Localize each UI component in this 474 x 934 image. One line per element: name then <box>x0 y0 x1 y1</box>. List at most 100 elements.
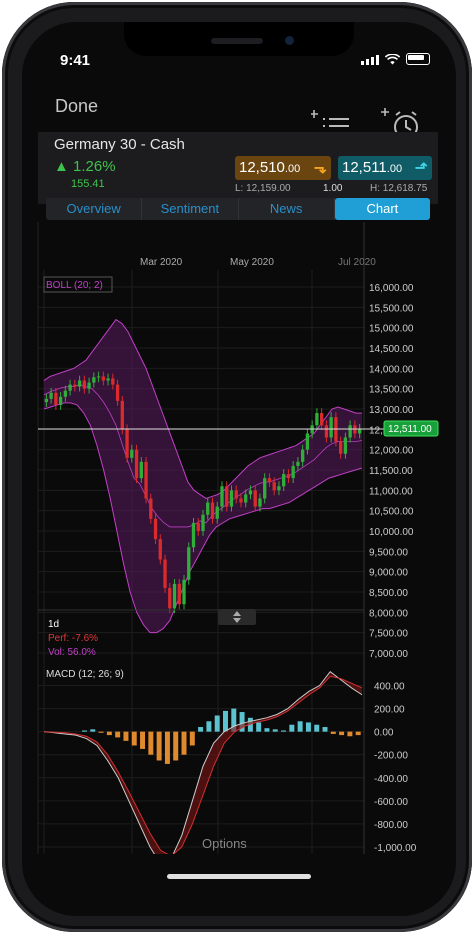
macd-histogram-bar <box>198 727 204 732</box>
candle-body <box>272 482 276 491</box>
candle-body <box>68 384 72 391</box>
candle-body <box>319 413 324 426</box>
candle-body <box>49 392 53 399</box>
macd-histogram-bar <box>181 731 187 755</box>
wifi-icon <box>385 54 400 65</box>
price-tick-label: 7,000.00 <box>369 649 408 660</box>
price-tick-label: 10,500.00 <box>369 507 414 518</box>
macd-histogram-bar <box>347 731 353 737</box>
candle-body <box>206 502 210 515</box>
candle-body <box>305 433 310 450</box>
home-indicator[interactable] <box>167 874 311 879</box>
candle-body <box>210 502 215 519</box>
price-tick-label: 11,000.00 <box>369 486 413 497</box>
macd-histogram-bar <box>140 731 146 749</box>
price-tick-label: 8,500.00 <box>369 588 408 599</box>
macd-tick-label: -800.00 <box>374 820 408 831</box>
macd-tick-label: -400.00 <box>374 774 408 785</box>
macd-histogram-bar <box>164 731 170 764</box>
candle-body <box>229 490 234 507</box>
macd-histogram-bar <box>305 722 311 732</box>
time-label-may: May 2020 <box>230 257 274 268</box>
candle-body <box>220 486 224 507</box>
buy-price-decimals: .00 <box>386 163 403 175</box>
macd-histogram-bar <box>256 722 262 732</box>
tab-news[interactable]: News <box>239 198 335 220</box>
done-button[interactable]: Done <box>55 96 98 117</box>
macd-histogram-bar <box>339 731 345 736</box>
tab-overview[interactable]: Overview <box>46 198 143 220</box>
candle-body <box>291 465 295 479</box>
candle-body <box>348 425 352 438</box>
sell-price-decimals: .00 <box>284 163 301 175</box>
candle-body <box>296 461 300 466</box>
candle-body <box>163 559 167 588</box>
candle-body <box>77 380 82 387</box>
candle-body <box>54 392 58 405</box>
price-tick-label: 12,000.00 <box>369 446 414 457</box>
candle-body <box>267 478 272 483</box>
options-button[interactable]: Options <box>202 836 247 851</box>
candle-body <box>343 437 348 454</box>
candle-body <box>253 490 257 507</box>
macd-histogram-bar <box>264 728 270 732</box>
interval-label: 1d <box>48 619 59 630</box>
macd-histogram-bar <box>281 730 287 732</box>
candle-body <box>44 398 49 403</box>
candle-body <box>73 384 77 387</box>
price-chart[interactable]: 16,000.00 15,500.00 15,000.00 14,500.00 14,0… <box>22 222 456 854</box>
candle-body <box>357 428 362 434</box>
macd-label: MACD (12; 26; 9) <box>46 669 124 680</box>
candle-body <box>234 490 238 499</box>
speaker <box>211 38 263 44</box>
signal-icon <box>361 55 379 65</box>
tab-chart[interactable]: Chart <box>334 198 430 220</box>
status-time: 9:41 <box>60 52 91 69</box>
candle-body <box>130 449 134 458</box>
buy-price: 12,511 <box>342 159 387 176</box>
macd-histogram-bar <box>322 727 328 732</box>
screen: 9:41 Done Germany 30 - Cash ▲ 1.26% 155.… <box>22 22 456 916</box>
sell-button[interactable]: 12,510.00 ⬎ <box>235 156 331 180</box>
phone-frame: 9:41 Done Germany 30 - Cash ▲ 1.26% 155.… <box>2 2 472 932</box>
candle-body <box>277 486 281 491</box>
candle-body <box>329 417 333 438</box>
instrument-name: Germany 30 - Cash <box>54 136 185 153</box>
candle-body <box>63 390 68 397</box>
candle-body <box>187 547 191 580</box>
candle-body <box>315 413 319 426</box>
price-tick-label: 14,000.00 <box>369 364 414 375</box>
candle-body <box>282 474 286 487</box>
candle-body <box>115 384 120 401</box>
status-icons <box>361 53 430 65</box>
high-price: H: 12,618.75 <box>370 183 428 194</box>
price-tick-label: 15,000.00 <box>369 324 414 335</box>
candle-body <box>191 522 196 548</box>
macd-tick-label: -600.00 <box>374 797 408 808</box>
boll-label: BOLL (20; 2) <box>46 280 103 291</box>
price-tick-label: 15,500.00 <box>369 303 414 314</box>
candle-body <box>158 539 162 560</box>
candle-body <box>120 400 124 430</box>
low-price: L: 12,159.00 <box>235 183 291 194</box>
candle-body <box>182 579 186 605</box>
macd-histogram-bar <box>314 724 320 732</box>
price-tick-label: 7,500.00 <box>369 629 408 640</box>
candle-body <box>96 376 101 378</box>
up-triangle-icon: ▲ <box>54 158 69 175</box>
macd-histogram-bar <box>355 731 361 736</box>
candle-body <box>106 378 110 381</box>
candle-body <box>134 449 139 479</box>
macd-histogram-bar <box>90 729 96 732</box>
candle-body <box>239 498 243 503</box>
buy-button[interactable]: 12,511.00 ⬏ <box>338 156 432 180</box>
macd-histogram-bar <box>189 731 195 746</box>
current-price-value: 12,511.00 <box>388 424 432 435</box>
macd-tick-label: 400.00 <box>374 682 405 693</box>
change-absolute: 155.41 <box>71 178 105 190</box>
macd-histogram-bar <box>223 710 228 732</box>
tab-sentiment[interactable]: Sentiment <box>142 198 239 220</box>
vol-label: Vol: 56.0% <box>48 647 96 658</box>
sell-arrow-icon: ⬎ <box>313 160 327 177</box>
tab-bar: Overview Sentiment News Chart <box>46 198 430 220</box>
